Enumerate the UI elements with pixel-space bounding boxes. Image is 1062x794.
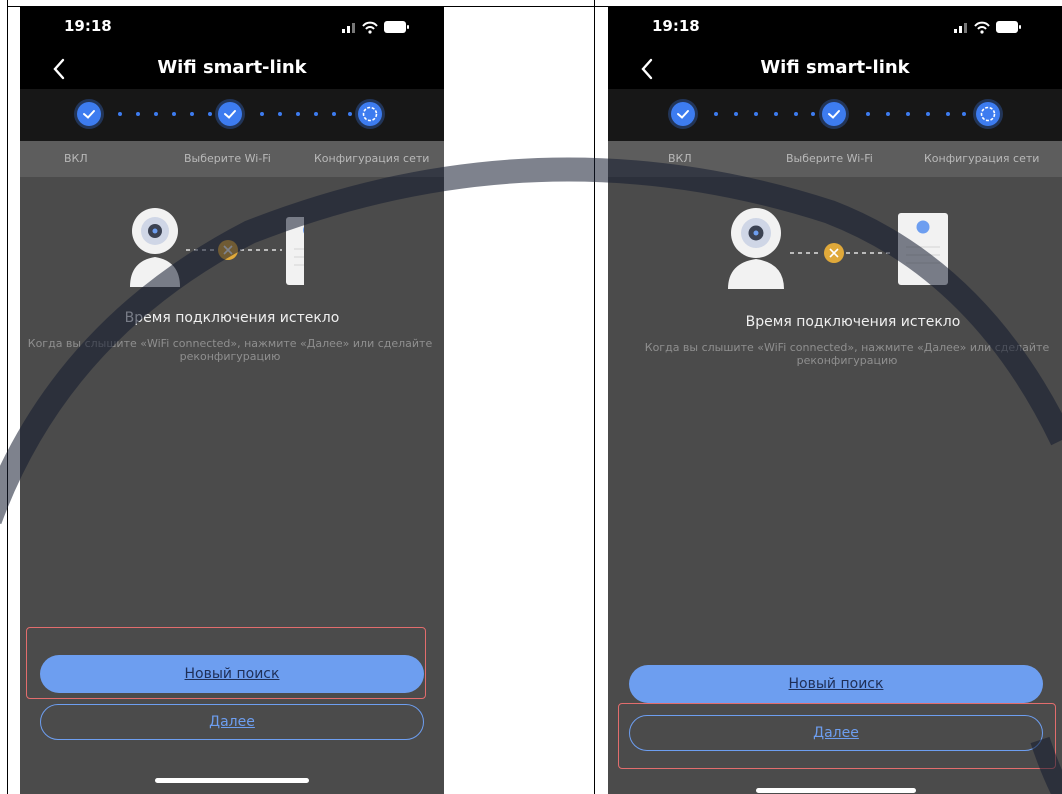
step-dot [794,112,798,116]
router-icon [286,217,304,285]
step-dot [190,112,194,116]
step-dot [811,112,815,116]
step-dot [906,112,910,116]
step-label-select-wifi: Выберите Wi-Fi [184,152,271,165]
step-dot [734,112,738,116]
step-dot [962,112,966,116]
step-dot [774,112,778,116]
step-label-network-config: Конфигурация сети [314,152,430,165]
page-title: Wifi smart-link [157,57,307,78]
camera-icon [728,208,784,289]
step-dot [260,112,264,116]
camera-router-illustration [728,208,948,289]
step-dot [136,112,140,116]
status-icons [954,21,1021,34]
step-active-loading-ring-icon [976,102,1000,126]
highlight-new-search [26,627,426,699]
camera-router-illustration [130,208,304,287]
home-indicator [155,778,309,783]
progress-stepper [608,89,1062,141]
highlight-next [618,703,1056,769]
timeout-message-body: Когда вы слышите «WiFi connected», нажми… [27,337,433,363]
phone-screen-right: 19:18 Wifi smart-link ВКЛ Выберите Wi-Fi… [608,7,1062,794]
status-nav-bar: 19:18 Wifi smart-link [608,7,1062,89]
step-dot [118,112,122,116]
status-time: 19:18 [652,17,700,35]
step-label-on: ВКЛ [668,152,692,165]
step-done-check-icon [77,102,101,126]
step-labels: ВКЛ Выберите Wi-Fi Конфигурация сети [608,141,1062,177]
step-dot [348,112,352,116]
step-dot [754,112,758,116]
error-close-icon [218,240,238,260]
step-dot [296,112,300,116]
step-done-check-icon [671,102,695,126]
step-label-network-config: Конфигурация сети [924,152,1040,165]
step-labels: ВКЛ Выберите Wi-Fi Конфигурация сети [20,141,444,177]
step-dot [314,112,318,116]
step-active-loading-ring-icon [358,102,382,126]
status-nav-bar: 19:18 Wifi smart-link [20,7,444,89]
step-dot [154,112,158,116]
step-dot [332,112,336,116]
timeout-message-title: Время подключения истекло [745,314,961,330]
timeout-message-title: Время подключения истекло [124,310,340,326]
step-dot [714,112,718,116]
step-label-select-wifi: Выберите Wi-Fi [786,152,873,165]
status-time: 19:18 [64,17,112,35]
step-dot [886,112,890,116]
step-dot [278,112,282,116]
next-button[interactable]: Далее [40,704,424,740]
step-dot [172,112,176,116]
new-search-button[interactable]: Новый поиск [629,665,1043,703]
step-dot [208,112,212,116]
frame-line-middle [594,0,595,794]
home-indicator [756,788,916,793]
frame-line-left [7,0,8,794]
timeout-message-body: Когда вы слышите «WiFi connected», нажми… [644,341,1050,367]
step-dot [866,112,870,116]
progress-stepper [20,89,444,141]
step-done-check-icon [218,102,242,126]
error-close-icon [824,243,844,263]
step-dot [946,112,950,116]
status-icons [342,21,409,34]
page-title: Wifi smart-link [760,57,910,78]
step-done-check-icon [822,102,846,126]
step-label-on: ВКЛ [64,152,88,165]
camera-icon [130,208,180,287]
router-icon [898,213,948,285]
step-dot [926,112,930,116]
